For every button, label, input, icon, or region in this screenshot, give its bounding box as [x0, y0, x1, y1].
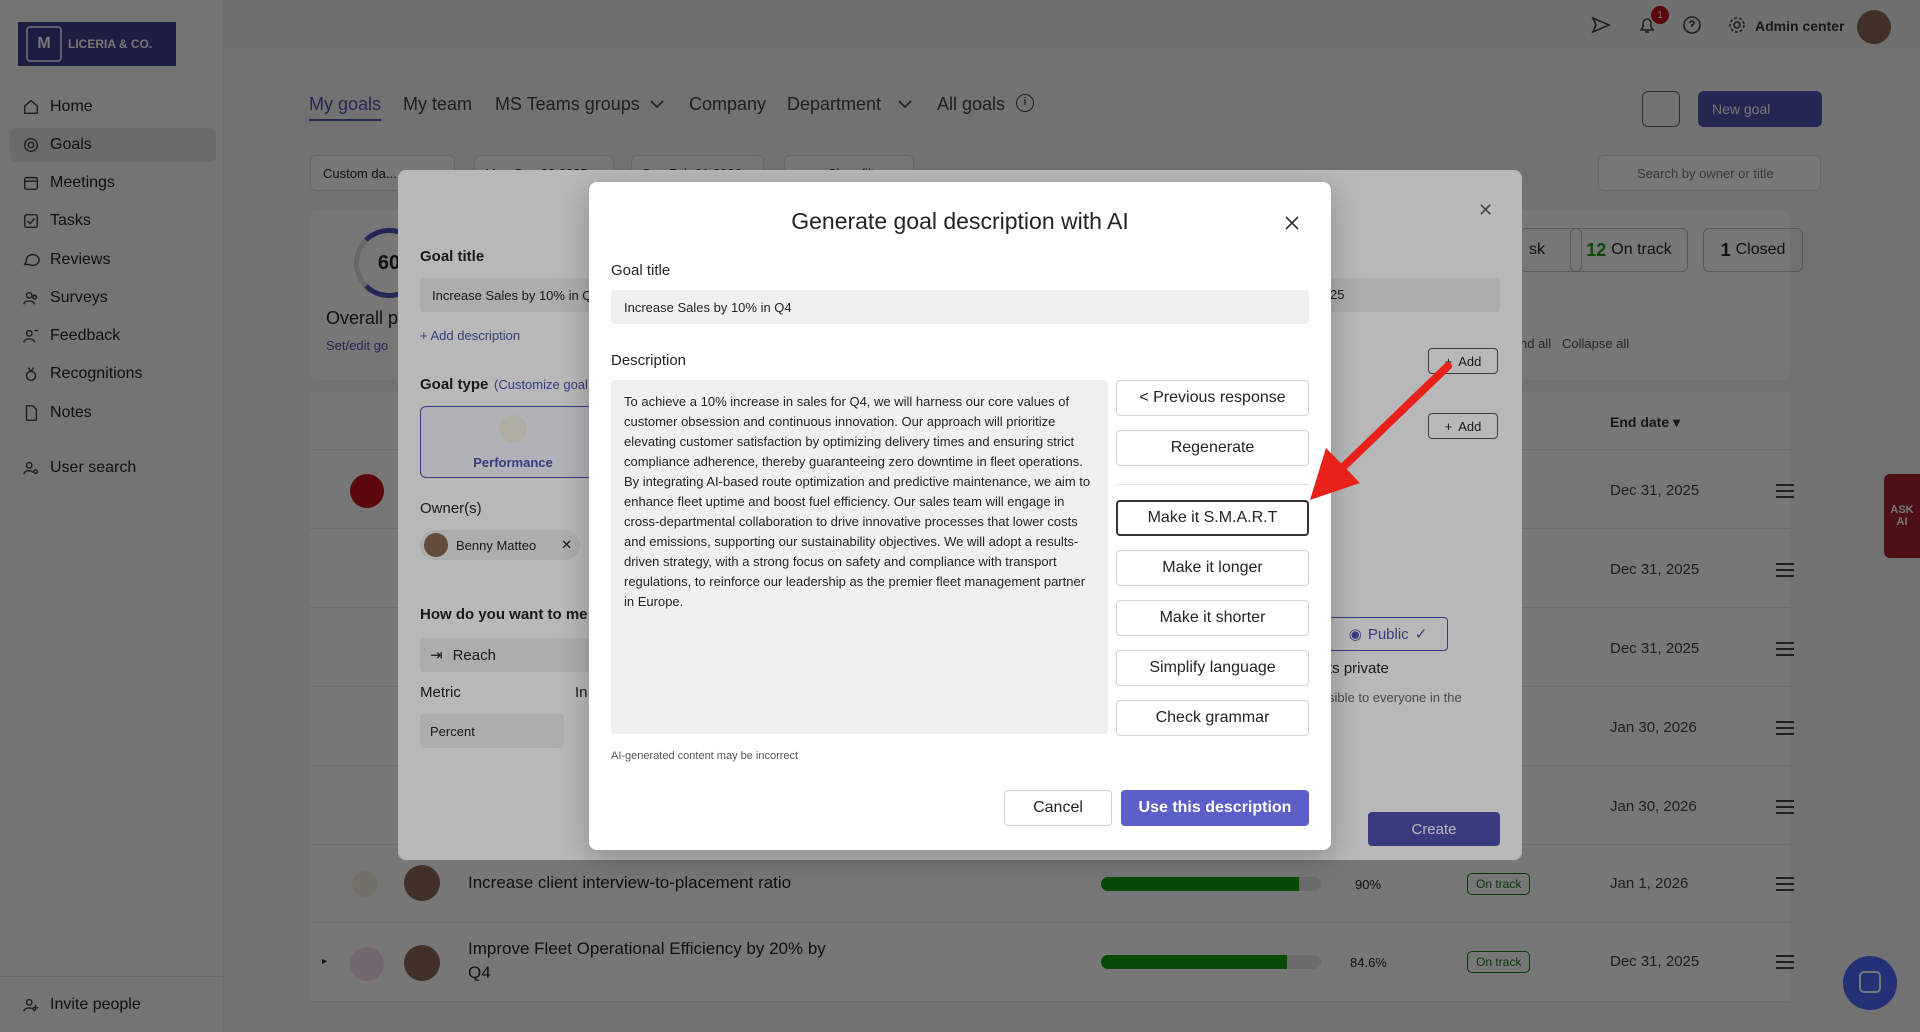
button-label: Make it S.M.A.R.T — [1147, 509, 1278, 526]
button-label: Make it shorter — [1159, 609, 1266, 626]
button-label: Regenerate — [1170, 439, 1255, 456]
button-divider — [1116, 484, 1309, 485]
make-shorter-button[interactable]: Make it shorter — [1116, 600, 1309, 636]
goal-title-label: Goal title — [611, 262, 671, 279]
goal-title-input[interactable]: Increase Sales by 10% in Q4 — [611, 290, 1309, 324]
goal-title-value: Increase Sales by 10% in Q4 — [624, 299, 792, 315]
button-label: Make it longer — [1162, 559, 1263, 576]
dialog-title: Generate goal description with AI — [791, 208, 1129, 234]
make-longer-button[interactable]: Make it longer — [1116, 550, 1309, 586]
close-icon[interactable] — [1283, 214, 1301, 232]
description-label: Description — [611, 352, 687, 369]
generate-description-dialog: Generate goal description with AI Goal t… — [589, 182, 1331, 850]
make-smart-button[interactable]: Make it S.M.A.R.T — [1116, 500, 1309, 536]
description-textarea[interactable]: To achieve a 10% increase in sales for Q… — [611, 380, 1108, 734]
button-label: Check grammar — [1155, 709, 1270, 726]
button-label: < Previous response — [1139, 389, 1286, 406]
button-label: Simplify language — [1149, 659, 1276, 676]
simplify-language-button[interactable]: Simplify language — [1116, 650, 1309, 686]
button-label: Cancel — [1033, 799, 1083, 816]
ai-disclaimer: AI-generated content may be incorrect — [611, 750, 799, 762]
check-grammar-button[interactable]: Check grammar — [1116, 700, 1309, 736]
description-text: To achieve a 10% increase in sales for Q… — [624, 394, 1091, 609]
use-description-button[interactable]: Use this description — [1121, 790, 1309, 826]
previous-response-button[interactable]: < Previous response — [1116, 380, 1309, 416]
regenerate-button[interactable]: Regenerate — [1116, 430, 1309, 466]
button-label: Use this description — [1138, 799, 1292, 816]
cancel-button[interactable]: Cancel — [1004, 790, 1112, 826]
